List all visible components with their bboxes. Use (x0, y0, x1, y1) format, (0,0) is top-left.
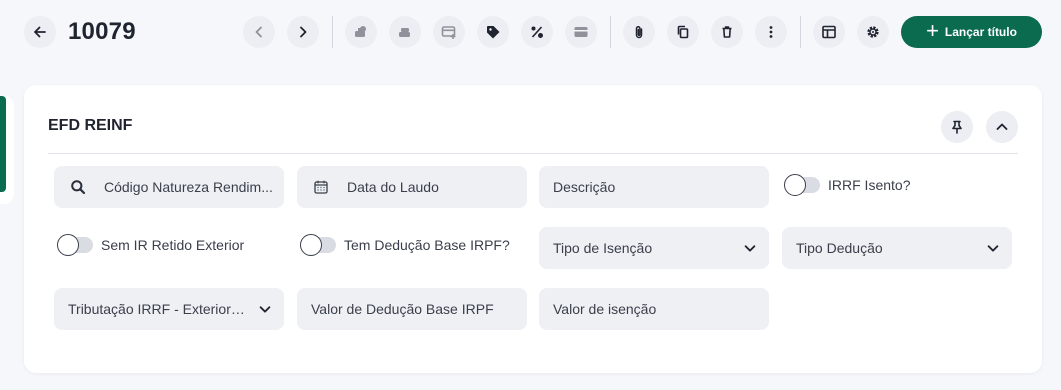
tributacao-irrf-select[interactable]: Tributação IRRF - Exterior ... (54, 288, 284, 330)
irrf-isento-toggle-row: IRRF Isento? (784, 174, 911, 196)
launch-title-label: Lançar título (944, 25, 1017, 39)
chevron-down-icon (987, 245, 999, 252)
descricao-label: Descrição (553, 179, 616, 195)
toolbar-divider (610, 16, 611, 48)
chevron-down-icon (259, 306, 271, 313)
more-vertical-icon (769, 26, 773, 38)
plus-icon: + (926, 18, 939, 43)
sem-ir-retido-toggle-row: Sem IR Retido Exterior (57, 234, 245, 256)
money-action-button[interactable] (345, 16, 377, 48)
record-id: 10079 (68, 18, 136, 45)
attachments-button[interactable] (623, 16, 655, 48)
tem-deducao-toggle-row: Tem Dedução Base IRPF? (300, 234, 510, 256)
duplicate-button[interactable] (667, 16, 699, 48)
data-laudo-label: Data do Laudo (347, 179, 439, 195)
previous-record-button[interactable] (243, 16, 275, 48)
toolbar: 10079 + Lançar título (0, 0, 1061, 64)
arrow-left-icon (34, 26, 46, 38)
toolbar-divider (332, 16, 333, 48)
sem-ir-retido-toggle[interactable] (57, 234, 93, 256)
irrf-isento-label: IRRF Isento? (828, 177, 911, 193)
pin-button[interactable] (941, 111, 973, 143)
back-button[interactable] (24, 16, 56, 48)
calendar-icon (314, 180, 328, 194)
valor-deducao-field[interactable]: Valor de Dedução Base IRPF (297, 288, 527, 330)
tipo-deducao-label: Tipo Dedução (796, 240, 883, 256)
tem-deducao-toggle[interactable] (300, 234, 336, 256)
natureza-rendimento-label: Código Natureza Rendim... (104, 179, 273, 195)
add-payment-button[interactable] (433, 16, 465, 48)
card-add-icon (441, 26, 456, 39)
valor-isencao-label: Valor de isenção (553, 301, 657, 317)
tipo-isencao-select[interactable]: Tipo de Isenção (539, 227, 769, 269)
credit-card-icon (574, 27, 588, 37)
trash-icon (722, 26, 732, 38)
data-laudo-field[interactable]: Data do Laudo (297, 166, 527, 208)
efd-reinf-card: EFD REINF Código Natureza Rendim... Data… (24, 85, 1042, 373)
chevron-right-icon (300, 26, 307, 38)
card-divider (48, 153, 1018, 154)
tributacao-irrf-label: Tributação IRRF - Exterior ... (68, 301, 246, 317)
search-icon (71, 180, 86, 195)
launch-title-button[interactable]: + Lançar título (901, 16, 1042, 48)
collapse-button[interactable] (986, 111, 1018, 143)
credit-card-button[interactable] (565, 16, 597, 48)
valor-deducao-label: Valor de Dedução Base IRPF (311, 301, 494, 317)
settings-button[interactable] (857, 16, 889, 48)
toolbar-divider (800, 16, 801, 48)
paperclip-icon (635, 26, 643, 39)
side-panel-accent (0, 96, 6, 192)
tem-deducao-label: Tem Dedução Base IRPF? (344, 237, 510, 253)
layout-icon (822, 25, 836, 39)
money-stack-alt-icon (399, 28, 410, 37)
descricao-field[interactable]: Descrição (539, 166, 769, 208)
money-alt-action-button[interactable] (389, 16, 421, 48)
valor-isencao-field[interactable]: Valor de isenção (539, 288, 769, 330)
natureza-rendimento-field[interactable]: Código Natureza Rendim... (54, 166, 284, 208)
irrf-isento-toggle[interactable] (784, 174, 820, 196)
chevron-left-icon (255, 26, 262, 38)
gear-icon (867, 26, 879, 38)
side-panel-edge (0, 96, 14, 204)
more-options-button[interactable] (755, 16, 787, 48)
card-title: EFD REINF (48, 117, 133, 134)
next-record-button[interactable] (287, 16, 319, 48)
delete-button[interactable] (711, 16, 743, 48)
sem-ir-retido-label: Sem IR Retido Exterior (101, 237, 245, 253)
percent-icon (531, 26, 543, 38)
percent-button[interactable] (521, 16, 553, 48)
tipo-isencao-label: Tipo de Isenção (553, 240, 653, 256)
tag-button[interactable] (477, 16, 509, 48)
copy-icon (677, 25, 689, 39)
chevron-up-icon (996, 123, 1008, 130)
pin-icon (952, 120, 962, 134)
tag-icon (487, 26, 500, 39)
tipo-deducao-select[interactable]: Tipo Dedução (782, 227, 1012, 269)
chevron-down-icon (744, 245, 756, 252)
layout-button[interactable] (813, 16, 845, 48)
money-stack-icon (355, 26, 366, 37)
